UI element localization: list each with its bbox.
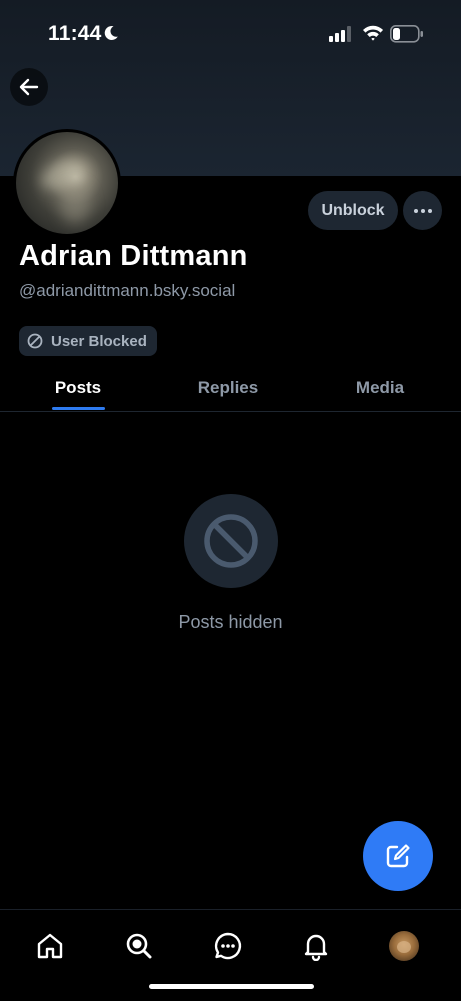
- tab-replies[interactable]: Replies: [178, 364, 278, 411]
- arrow-left-icon: [19, 78, 39, 96]
- wifi-icon: [363, 25, 383, 41]
- profile-handle: @adriandittmann.bsky.social: [19, 281, 236, 300]
- tab-media[interactable]: Media: [330, 364, 430, 411]
- search-icon: [126, 933, 152, 959]
- profile-avatar[interactable]: [13, 129, 121, 237]
- signal-icon: [329, 26, 351, 42]
- compose-icon: [386, 844, 410, 868]
- display-name: Adrian Dittmann: [19, 240, 248, 272]
- nav-home[interactable]: [30, 926, 70, 966]
- nav-profile[interactable]: [384, 926, 424, 966]
- compose-button[interactable]: [363, 821, 433, 891]
- nav-chat[interactable]: [208, 926, 248, 966]
- active-tab-indicator: [52, 407, 105, 410]
- tab-label: Media: [355, 377, 405, 397]
- moon-icon: [104, 25, 118, 40]
- nav-search[interactable]: [119, 926, 159, 966]
- unblock-button-label: Unblock: [321, 201, 385, 219]
- unblock-button[interactable]: Unblock: [308, 191, 398, 230]
- blocked-badge-label: User Blocked: [51, 332, 147, 350]
- back-button[interactable]: [10, 68, 48, 106]
- tab-label: Replies: [197, 377, 259, 397]
- blocked-badge: User Blocked: [19, 326, 157, 356]
- profile-avatar: [389, 931, 419, 961]
- posts-hidden-icon-container: [184, 494, 278, 588]
- bell-icon: [304, 934, 328, 961]
- home-icon: [37, 933, 63, 959]
- block-icon: [204, 514, 258, 568]
- more-options-button[interactable]: [403, 191, 442, 230]
- ellipsis-icon: [413, 208, 432, 213]
- posts-hidden-text: Posts hidden: [178, 612, 283, 632]
- battery-icon: [390, 25, 423, 43]
- tab-label: Posts: [54, 377, 102, 397]
- chat-icon: [214, 932, 242, 960]
- status-bar: 11:44: [0, 0, 461, 68]
- home-indicator: [149, 984, 314, 989]
- tab-posts[interactable]: Posts: [28, 364, 128, 411]
- nav-notifications[interactable]: [296, 926, 336, 966]
- status-time: 11:44: [48, 22, 102, 45]
- block-icon: [27, 333, 43, 349]
- profile-tabs: Posts Replies Media: [0, 364, 461, 412]
